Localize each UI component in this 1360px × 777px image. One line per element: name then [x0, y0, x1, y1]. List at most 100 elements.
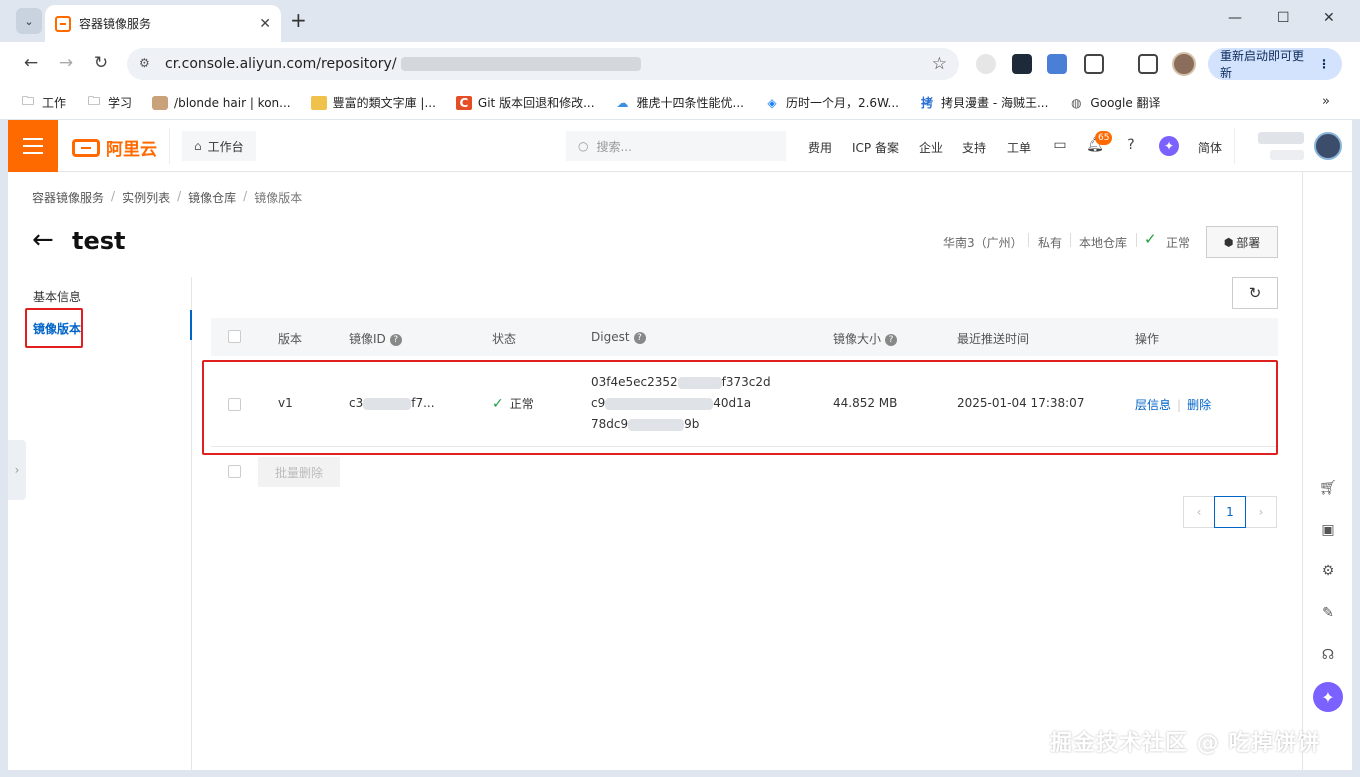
browser-tab-strip: ⌄ 容器镜像服务 ✕ + — ☐ ✕: [0, 0, 1360, 42]
col-size: 镜像大小?: [833, 330, 898, 347]
headset-icon[interactable]: ☊: [1318, 645, 1338, 665]
user-avatar[interactable]: [1314, 132, 1342, 160]
side-menu-basic-info[interactable]: 基本信息: [33, 288, 81, 305]
breadcrumb-item[interactable]: 容器镜像服务: [32, 189, 104, 206]
back-button[interactable]: ←: [20, 53, 42, 73]
bookmark-label: 雅虎十四条性能优...: [636, 96, 744, 110]
reload-button[interactable]: ↻: [90, 53, 112, 73]
deploy-button[interactable]: ⬢ 部署: [1206, 226, 1278, 258]
update-button[interactable]: 重新启动即可更新 ⋮: [1208, 48, 1342, 80]
ai-assistant-float-icon[interactable]: ✦: [1313, 682, 1343, 712]
bookmark-item[interactable]: 拷拷貝漫畫 - 海贼王...: [919, 94, 1048, 111]
nav-enterprise[interactable]: 企业: [919, 139, 943, 156]
pagination: ‹ 1 ›: [1183, 496, 1277, 528]
breadcrumb-item[interactable]: 实例列表: [122, 189, 170, 206]
minimize-button[interactable]: —: [1228, 10, 1242, 26]
help-icon[interactable]: ?: [389, 333, 402, 346]
translate-extension-icon[interactable]: [1047, 54, 1067, 74]
edit-icon[interactable]: ✎: [1318, 603, 1338, 623]
site-info-icon[interactable]: ⚙: [139, 56, 155, 72]
divider: [1234, 128, 1235, 164]
batch-delete-button[interactable]: 批量删除: [258, 457, 340, 487]
bookmark-star-icon[interactable]: ☆: [932, 54, 947, 74]
account-name-redacted[interactable]: [1258, 132, 1304, 144]
cloud-favicon-icon: ☁: [616, 95, 629, 110]
nav-billing[interactable]: 费用: [808, 139, 832, 156]
col-size-label: 镜像大小: [833, 332, 882, 346]
visibility-label: 私有: [1038, 236, 1063, 250]
refresh-button[interactable]: ↻: [1232, 277, 1278, 309]
help-icon[interactable]: ?: [1122, 136, 1140, 154]
cart-icon[interactable]: 🛒︎: [1318, 478, 1338, 498]
side-panel-icon[interactable]: [1138, 54, 1158, 74]
hamburger-menu-icon[interactable]: [8, 120, 58, 172]
extensions-puzzle-icon[interactable]: [1084, 54, 1104, 74]
workbench-label: 工作台: [207, 139, 244, 154]
breadcrumb: 容器镜像服务 / 实例列表 / 镜像仓库 / 镜像版本: [32, 189, 303, 206]
table-header: 版本 镜像ID? 状态 Digest? 镜像大小? 最近推送时间 操作: [211, 318, 1278, 356]
bookmark-label: 豐富的類文字庫 |...: [332, 96, 436, 110]
settings-icon[interactable]: ⚙: [1318, 561, 1338, 581]
cube-icon: ⬢: [1223, 235, 1234, 249]
col-pushed-at: 最近推送时间: [957, 332, 1030, 346]
prev-page-icon[interactable]: ‹: [1183, 496, 1215, 528]
bookmarks-overflow-icon[interactable]: »: [1322, 94, 1330, 109]
tab-search-button[interactable]: ⌄: [16, 8, 42, 34]
aliyun-logo-mark-icon: [72, 138, 100, 157]
image-favicon-icon: [152, 95, 169, 110]
tab-title: 容器镜像服务: [79, 17, 152, 31]
region-label: 华南3（广州）: [943, 236, 1023, 250]
bookmark-item[interactable]: C Git 版本回退和修改...: [455, 94, 595, 111]
kaobei-favicon-icon: 拷: [921, 96, 934, 110]
terminal-icon[interactable]: ▭: [1051, 136, 1069, 154]
repo-status: 正常: [1166, 236, 1191, 250]
nav-ticket[interactable]: 工单: [1007, 139, 1031, 156]
folder-icon: 🗀: [88, 94, 101, 108]
breadcrumb-item[interactable]: 镜像仓库: [188, 189, 236, 206]
aliyun-logo[interactable]: 阿里云: [72, 135, 157, 160]
forward-button[interactable]: →: [55, 53, 77, 73]
maximize-button[interactable]: ☐: [1277, 10, 1290, 26]
browser-tab[interactable]: 容器镜像服务 ✕: [45, 5, 281, 42]
juejin-favicon-icon: ◈: [767, 95, 777, 110]
right-tool-rail: 🛒︎ ▣ ⚙ ✎ ☊ ✦: [1302, 172, 1352, 770]
help-icon[interactable]: ?: [633, 331, 646, 344]
nav-icp[interactable]: ICP 备案: [852, 139, 899, 156]
page-number[interactable]: 1: [1214, 496, 1246, 528]
bookmark-item[interactable]: 🗀 工作: [20, 94, 66, 111]
workbench-button[interactable]: ⌂ 工作台: [182, 131, 256, 161]
col-version: 版本: [278, 332, 303, 346]
console-search-input[interactable]: ○ 搜索...: [566, 131, 786, 161]
bookmark-item[interactable]: /blonde hair | kon...: [152, 95, 291, 110]
folder-icon: 🗀: [21, 94, 34, 108]
new-tab-button[interactable]: +: [290, 10, 307, 30]
react-devtools-icon[interactable]: [1012, 54, 1032, 74]
document-icon[interactable]: ▣: [1318, 520, 1338, 540]
globe-icon: ◍: [1071, 95, 1082, 110]
language-switch[interactable]: 简体: [1198, 139, 1222, 156]
expand-sidebar-handle[interactable]: ›: [8, 440, 26, 500]
back-arrow-icon[interactable]: ←: [32, 226, 54, 254]
bookmark-item[interactable]: ◈ 历时一个月，2.6W...: [764, 94, 899, 111]
url-text: cr.console.aliyun.com/repository/: [165, 56, 397, 72]
bookmark-item[interactable]: ☁ 雅虎十四条性能优...: [615, 94, 744, 111]
batch-select-checkbox[interactable]: [228, 465, 241, 478]
ai-assistant-icon[interactable]: ✦: [1159, 136, 1179, 156]
close-window-button[interactable]: ✕: [1323, 10, 1335, 26]
divider: [169, 128, 170, 164]
address-bar[interactable]: ⚙ cr.console.aliyun.com/repository/ ☆: [127, 48, 959, 80]
deploy-button-label: 部署: [1236, 235, 1261, 250]
divider: [1136, 233, 1137, 247]
close-tab-icon[interactable]: ✕: [259, 16, 271, 32]
help-icon[interactable]: ?: [885, 333, 898, 346]
bookmark-item[interactable]: 🗀 学习: [86, 94, 132, 111]
more-menu-icon[interactable]: ⋮: [1318, 57, 1330, 71]
nav-support[interactable]: 支持: [962, 139, 986, 156]
home-icon: ⌂: [194, 139, 202, 153]
next-page-icon[interactable]: ›: [1245, 496, 1277, 528]
extension-icon[interactable]: [976, 54, 996, 74]
bookmark-item[interactable]: ◍ Google 翻译: [1068, 94, 1160, 111]
profile-avatar[interactable]: [1172, 52, 1196, 76]
select-all-checkbox[interactable]: [228, 330, 241, 343]
bookmark-item[interactable]: 豐富的類文字庫 |...: [310, 94, 436, 111]
